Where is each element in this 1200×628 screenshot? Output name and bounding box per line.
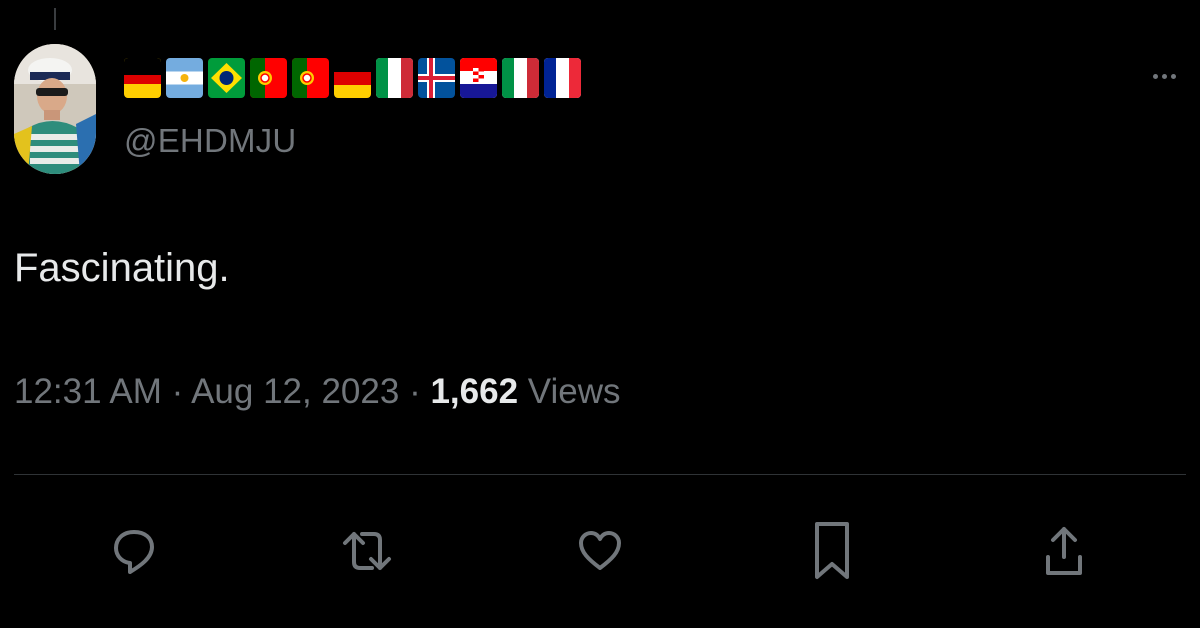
tweet-date[interactable]: Aug 12, 2023 (191, 372, 399, 411)
avatar[interactable] (14, 44, 96, 174)
action-bar (0, 518, 1200, 584)
italy-flag-icon (376, 58, 413, 98)
speech-bubble-icon (114, 530, 154, 574)
bookmark-button[interactable] (804, 518, 860, 584)
portugal-flag-icon (250, 58, 287, 98)
share-upload-icon (1046, 527, 1082, 575)
croatia-flag-icon (460, 58, 497, 98)
views-count[interactable]: 1,662 (430, 372, 518, 411)
argentina-flag-icon (166, 58, 203, 98)
reply-button[interactable] (106, 518, 162, 584)
views-label: Views (527, 372, 621, 411)
italy-flag-icon (502, 58, 539, 98)
tweet-time[interactable]: 12:31 AM (14, 372, 162, 411)
portugal-flag-icon (292, 58, 329, 98)
germany-flag-icon (124, 58, 161, 98)
separator: · (171, 372, 184, 411)
tweet-metadata: 12:31 AM · Aug 12, 2023 · 1,662 Views (14, 372, 621, 412)
france-flag-icon (544, 58, 581, 98)
heart-icon (579, 531, 621, 570)
separator: · (409, 372, 421, 411)
like-button[interactable] (572, 518, 628, 584)
user-handle[interactable]: @EHDMJU (124, 122, 296, 160)
divider (14, 474, 1186, 475)
retweet-arrows-icon (343, 532, 391, 570)
share-button[interactable] (1036, 518, 1092, 584)
bookmark-icon (815, 522, 849, 579)
display-name-flags (124, 58, 581, 98)
brazil-flag-icon (208, 58, 245, 98)
more-options-icon[interactable] (1148, 64, 1180, 88)
thread-line (54, 8, 56, 30)
retweet-button[interactable] (339, 518, 395, 584)
tweet-text: Fascinating. (14, 246, 230, 290)
iceland-flag-icon (418, 58, 455, 98)
germany-flag-icon (334, 58, 371, 98)
